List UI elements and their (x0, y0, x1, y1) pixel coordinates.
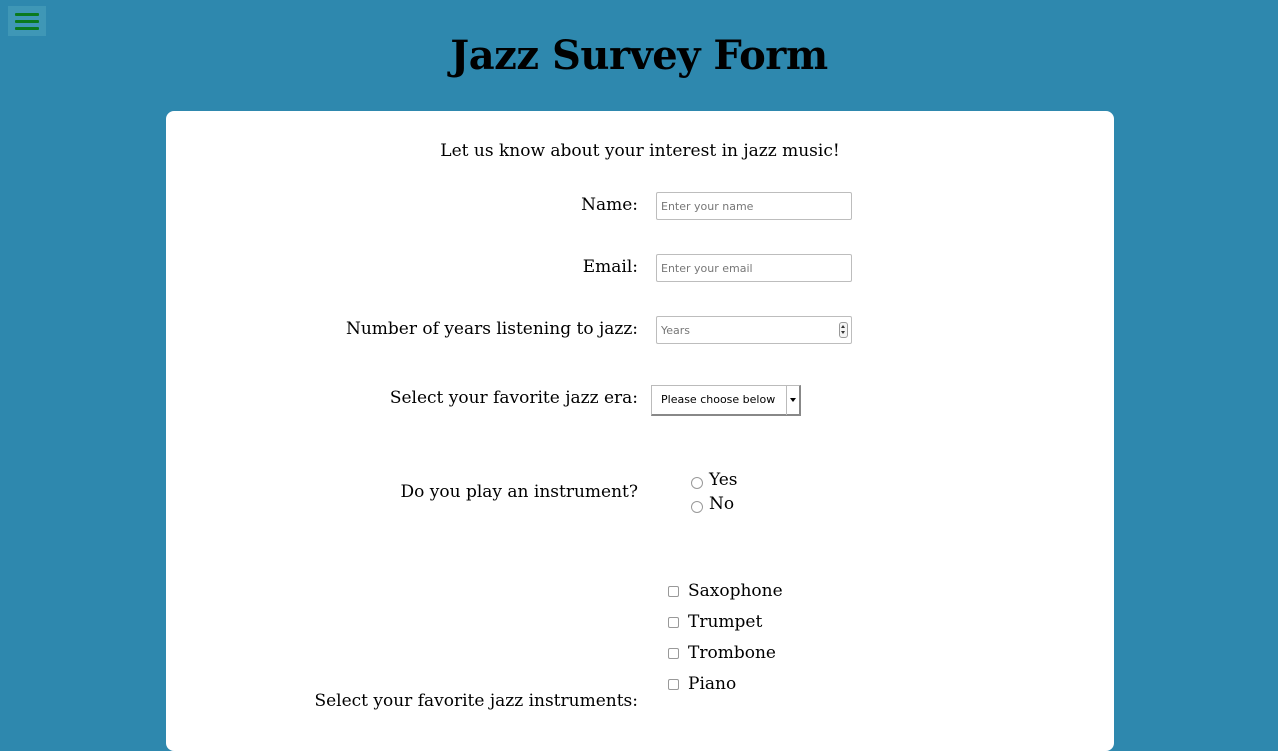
checkbox-piano-label: Piano (688, 674, 737, 694)
radio-no[interactable] (691, 501, 703, 513)
stepper-up-icon (841, 325, 845, 328)
years-input[interactable] (656, 316, 852, 344)
form-intro: Let us know about your interest in jazz … (440, 141, 840, 161)
years-stepper[interactable] (839, 322, 848, 338)
checkbox-trombone[interactable] (668, 648, 679, 659)
radio-no-label: No (709, 494, 735, 514)
checkbox-saxophone[interactable] (668, 586, 679, 597)
checkbox-trumpet-label: Trumpet (688, 612, 763, 632)
hamburger-menu-icon (15, 13, 39, 16)
survey-form: Let us know about your interest in jazz … (166, 111, 1114, 751)
name-label: Name: (581, 195, 638, 215)
instruments-label: Select your favorite jazz instruments: (314, 691, 638, 711)
radio-yes-label: Yes (709, 470, 738, 490)
era-select-value: Please choose below (661, 393, 776, 406)
stepper-down-icon (841, 331, 845, 334)
years-label: Number of years listening to jazz: (345, 319, 638, 339)
radio-yes[interactable] (691, 477, 703, 489)
checkbox-trombone-label: Trombone (688, 643, 776, 663)
era-select[interactable]: Please choose below (651, 385, 801, 416)
era-label: Select your favorite jazz era: (389, 388, 638, 408)
checkbox-trumpet[interactable] (668, 617, 679, 628)
checkbox-piano[interactable] (668, 679, 679, 690)
checkbox-saxophone-label: Saxophone (688, 581, 783, 601)
plays-instrument-label: Do you play an instrument? (400, 482, 638, 502)
dropdown-arrow-icon (790, 398, 796, 402)
page-title: Jazz Survey Form (450, 32, 828, 79)
name-input[interactable] (656, 192, 852, 220)
email-input[interactable] (656, 254, 852, 282)
email-label: Email: (582, 257, 638, 277)
